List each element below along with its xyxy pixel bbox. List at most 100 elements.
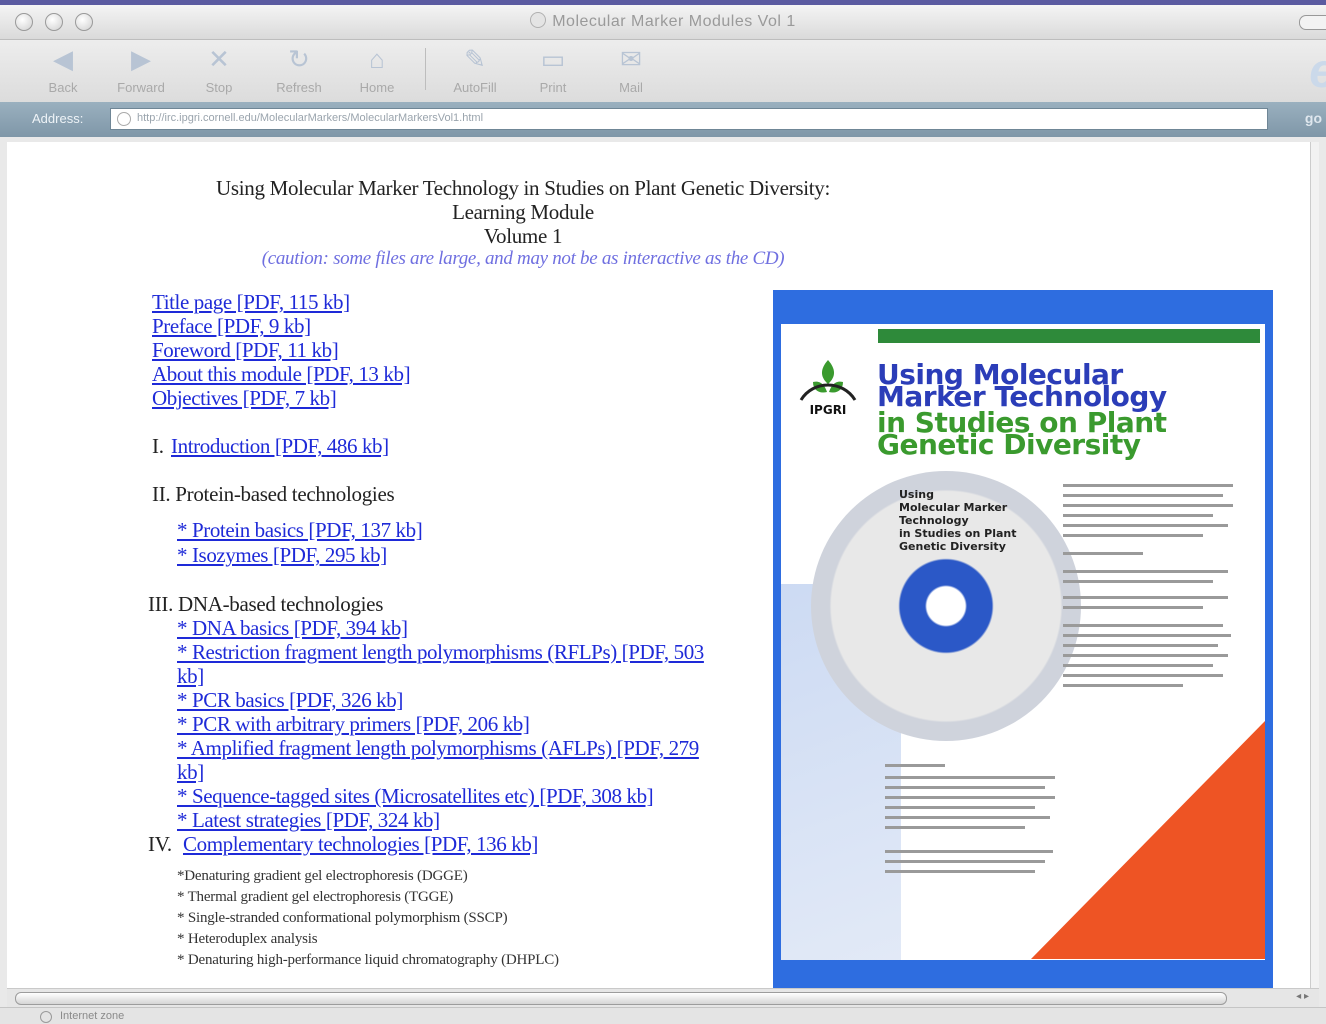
back-button[interactable]: ◀ Back [28,44,98,95]
cover-text-line [885,796,1055,799]
cover-text-line [1063,644,1218,647]
ipgri-logo-text: IPGRI [810,403,847,416]
link-foreword[interactable]: Foreword [PDF, 11 kb] [152,338,339,363]
cover-text-line [885,764,945,767]
disc-line: in Studies on Plant [899,527,1017,540]
browser-window: Molecular Marker Modules Vol 1 ◀ Back ▶ Fo… [0,5,1326,1024]
link-aflps-cont[interactable]: kb] [177,760,204,785]
globe-icon [530,12,547,28]
status-text: Internet zone [60,1010,125,1022]
cover-text-line [885,806,1035,809]
window-title: Molecular Marker Modules Vol 1 [0,12,1326,31]
link-objectives[interactable]: Objectives [PDF, 7 kb] [152,386,337,411]
cover-text-line [1063,570,1228,573]
cd-disc-label: Using Molecular Marker Technology in Stu… [899,488,1017,553]
internet-zone-icon [40,1011,52,1023]
cover-text-line [885,826,1025,829]
stop-button[interactable]: ✕ Stop [184,44,254,95]
cover-text-line [885,870,1035,873]
section-3-label: III. DNA-based technologies [148,592,384,616]
list-item: * Thermal gradient gel electrophoresis (… [177,889,454,905]
cover-text-line [1063,684,1183,687]
status-bar: Internet zone [0,1007,1326,1024]
list-item: * Denaturing high-performance liquid chr… [177,952,559,968]
horizontal-scroll-thumb[interactable] [15,992,1227,1005]
vertical-scrollbar[interactable] [1310,142,1319,988]
refresh-label: Refresh [276,80,322,95]
disc-line: Using [899,488,934,501]
forward-arrow-icon: ▶ [131,44,151,74]
cover-text-line [1063,504,1233,507]
cover-green-bar [878,329,1260,343]
cover-panel: IPGRI Using Molecular Marker Technology … [781,324,1265,960]
refresh-button[interactable]: ↻ Refresh [264,44,334,95]
link-latest-strategies[interactable]: * Latest strategies [PDF, 324 kb] [177,808,440,833]
link-sequence-tagged-sites[interactable]: * Sequence-tagged sites (Microsatellites… [177,784,654,809]
link-pcr-arbitrary-primers[interactable]: * PCR with arbitrary primers [PDF, 206 k… [177,712,530,737]
forward-label: Forward [117,80,165,95]
stop-label: Stop [205,80,233,95]
mail-label: Mail [619,80,643,95]
stop-icon: ✕ [208,44,230,74]
cd-cover-image: IPGRI Using Molecular Marker Technology … [773,290,1273,988]
link-isozymes[interactable]: * Isozymes [PDF, 295 kb] [177,543,387,568]
address-label: Address: [32,111,84,126]
back-arrow-icon: ◀ [53,44,73,74]
printer-icon: ▭ [540,44,566,74]
list-item: *Denaturing gradient gel electrophoresis… [177,868,468,884]
cover-text-line [1063,606,1203,609]
horizontal-scrollbar[interactable]: ◂ ▸ [7,988,1319,1007]
autofill-button[interactable]: ✎ AutoFill [440,44,510,95]
page-title-line1: Using Molecular Marker Technology in Stu… [215,176,830,200]
disc-line: Molecular Marker [899,501,1008,514]
cover-text-line [1063,596,1228,599]
cover-text-line [1063,654,1228,657]
section-2-label: II. Protein-based technologies [152,482,395,506]
autofill-pen-icon: ✎ [464,44,486,74]
caution-note: (caution: some files are large, and may … [261,248,785,269]
toolbar: ◀ Back ▶ Forward ✕ Stop ↻ Refresh ⌂ Home ✎ Aut… [0,40,1326,102]
cover-text-line [1063,580,1213,583]
ipgri-logo-icon: IPGRI [799,360,857,416]
mail-button[interactable]: ✉ Mail [596,44,666,95]
link-about-module[interactable]: About this module [PDF, 13 kb] [152,362,411,387]
print-button[interactable]: ▭ Print [518,44,588,95]
go-button[interactable]: go [1305,110,1322,126]
cover-orange-corner [1031,719,1265,959]
link-complementary-technologies[interactable]: Complementary technologies [PDF, 136 kb] [183,832,538,857]
cover-text-line [885,816,1050,819]
forward-button[interactable]: ▶ Forward [106,44,176,95]
page-title-line2: Learning Module [452,200,594,224]
disc-line: Technology [899,514,969,527]
page-content: Using Molecular Marker Technology in Stu… [7,142,1319,988]
link-rflps-cont[interactable]: kb] [177,664,204,689]
title-bar: Molecular Marker Modules Vol 1 [0,5,1326,40]
page-title-line3: Volume 1 [483,224,563,248]
mail-icon: ✉ [620,44,642,74]
link-introduction[interactable]: Introduction [PDF, 486 kb] [171,434,389,459]
section-1-label: I. [152,434,164,458]
link-aflps[interactable]: * Amplified fragment length polymorphism… [177,736,699,761]
link-title-page[interactable]: Title page [PDF, 115 kb] [152,290,350,315]
page-icon [117,112,131,126]
cover-text-line [1063,524,1228,527]
cover-text-line [1063,624,1223,627]
refresh-icon: ↻ [288,44,310,74]
print-label: Print [539,80,567,95]
cover-text-line [885,776,1055,779]
toolbar-toggle-button[interactable] [1299,15,1326,30]
link-protein-basics[interactable]: * Protein basics [PDF, 137 kb] [177,518,423,543]
link-preface[interactable]: Preface [PDF, 9 kb] [152,314,311,339]
home-button[interactable]: ⌂ Home [342,44,412,95]
list-item: * Heteroduplex analysis [177,931,318,947]
cover-text-line [885,850,1053,853]
scroll-arrows-icon[interactable]: ◂ ▸ [1296,991,1309,1002]
link-rflps[interactable]: * Restriction fragment length polymorphi… [177,640,704,665]
link-pcr-basics[interactable]: * PCR basics [PDF, 326 kb] [177,688,403,713]
toolbar-separator [425,48,426,90]
cover-text-line [1063,484,1233,487]
address-input[interactable]: http://irc.ipgri.cornell.edu/MolecularMa… [110,108,1268,130]
link-dna-basics[interactable]: * DNA basics [PDF, 394 kb] [177,616,408,641]
cover-text-line [885,860,1045,863]
cover-text-line [1063,514,1213,517]
